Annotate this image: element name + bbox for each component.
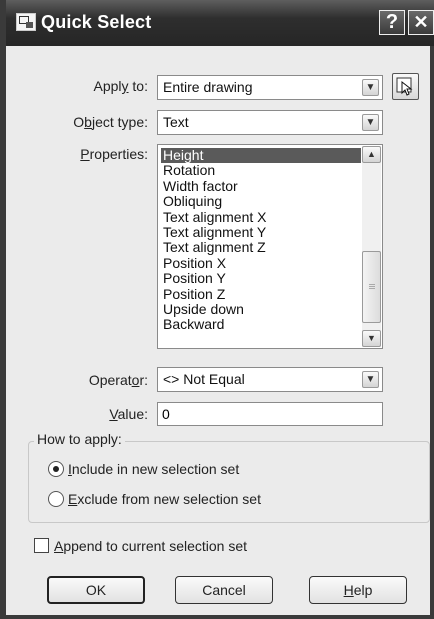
chevron-down-icon[interactable]: ▼ [362,114,379,131]
list-item[interactable]: Height [161,147,361,164]
operator-label: Operator: [88,372,148,388]
object-type-label: Object type: [73,114,148,130]
apply-to-dropdown[interactable]: Entire drawing ▼ [157,75,383,100]
apply-to-value: Entire drawing [163,79,253,95]
select-objects-button[interactable] [392,73,419,100]
append-label[interactable]: Append to current selection set [54,538,247,554]
object-type-value: Text [163,114,189,130]
append-checkbox[interactable] [34,538,49,553]
value-input[interactable]: 0 [157,402,383,426]
list-item[interactable]: Upside down [161,301,361,317]
select-objects-icon [396,77,413,96]
quick-select-app-icon [16,13,36,31]
how-to-apply-group [28,441,430,523]
cancel-button[interactable]: Cancel [175,576,273,604]
properties-scrollbar[interactable]: ▲ ▼ [362,146,381,347]
close-icon[interactable]: ✕ [408,10,434,35]
scroll-up-icon[interactable]: ▲ [362,146,381,163]
chevron-down-icon[interactable]: ▼ [362,79,379,96]
operator-value: <> Not Equal [163,371,245,387]
list-item[interactable]: Width factor [161,178,361,194]
include-radio[interactable] [48,461,64,477]
title-bar[interactable]: Quick Select ? ✕ [6,0,434,46]
grip-icon [369,284,375,285]
list-item[interactable]: Position Z [161,286,361,302]
properties-listbox[interactable]: Height Rotation Width factor Obliquing Text … [157,144,383,349]
properties-label: Properties: [80,146,148,162]
how-to-apply-title: How to apply: [34,431,125,447]
list-item[interactable]: Text alignment Y [161,224,361,240]
scroll-down-icon[interactable]: ▼ [362,330,381,347]
chevron-down-icon[interactable]: ▼ [362,371,379,388]
list-item[interactable]: Position Y [161,270,361,286]
exclude-label[interactable]: Exclude from new selection set [68,491,261,507]
list-item[interactable]: Obliquing [161,193,361,209]
object-type-dropdown[interactable]: Text ▼ [157,110,383,135]
ok-button[interactable]: OK [47,576,145,604]
value-label: Value: [109,406,148,422]
scroll-thumb[interactable] [362,251,381,323]
help-button[interactable]: Help [309,576,407,604]
radio-selected-dot [53,466,59,472]
list-item[interactable]: Position X [161,255,361,271]
properties-list: Height Rotation Width factor Obliquing Text … [161,147,361,333]
list-item[interactable]: Text alignment Z [161,240,361,255]
exclude-radio[interactable] [48,491,64,507]
list-item[interactable]: Rotation [161,163,361,178]
include-label[interactable]: Include in new selection set [68,461,239,477]
list-item[interactable]: Text alignment X [161,209,361,225]
list-item[interactable]: Backward [161,317,361,332]
dialog-title: Quick Select [41,12,152,32]
operator-dropdown[interactable]: <> Not Equal ▼ [157,367,383,392]
help-icon[interactable]: ? [379,10,405,35]
apply-to-label: Apply to: [93,78,149,94]
